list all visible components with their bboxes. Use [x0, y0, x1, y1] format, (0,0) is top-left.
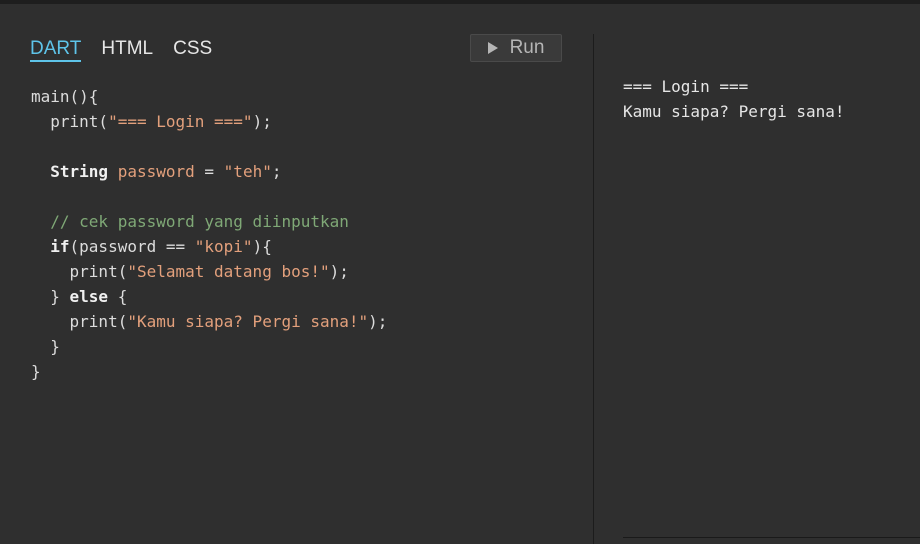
- code-punct: ){: [252, 237, 272, 256]
- output-line: Kamu siapa? Pergi sana!: [623, 102, 845, 121]
- code-content[interactable]: main(){ print("=== Login ==="); String p…: [31, 84, 387, 384]
- code-operator: =: [194, 162, 224, 181]
- code-punct: }: [31, 287, 70, 306]
- code-string: "Kamu siapa? Pergi sana!": [127, 312, 369, 331]
- tab-dart[interactable]: DART: [30, 36, 82, 62]
- code-punct: );: [252, 112, 272, 131]
- code-line: }: [31, 362, 41, 381]
- code-comment: // cek password yang diinputkan: [31, 212, 349, 231]
- code-keyword: if: [31, 237, 70, 256]
- code-string: "Selamat datang bos!": [127, 262, 330, 281]
- code-string: "teh": [223, 162, 272, 181]
- tab-html[interactable]: HTML: [101, 36, 153, 62]
- code-line: main(){: [31, 87, 99, 106]
- code-expr: (password ==: [69, 237, 195, 256]
- console-output: === Login === Kamu siapa? Pergi sana!: [623, 74, 845, 124]
- code-fn: print(: [31, 112, 109, 131]
- language-tabs: DART HTML CSS: [30, 36, 232, 62]
- code-fn: print(: [31, 312, 128, 331]
- code-punct: );: [329, 262, 349, 281]
- code-punct: );: [368, 312, 388, 331]
- code-line: }: [31, 337, 60, 356]
- code-keyword: else: [69, 287, 109, 306]
- code-string: "kopi": [194, 237, 253, 256]
- code-string: "=== Login ===": [108, 112, 253, 131]
- code-punct: {: [108, 287, 128, 306]
- code-identifier: password: [108, 162, 195, 181]
- play-icon: [487, 42, 498, 54]
- output-line: === Login ===: [623, 77, 749, 96]
- code-fn: print(: [31, 262, 128, 281]
- output-bottom-border: [623, 537, 920, 538]
- tab-css[interactable]: CSS: [173, 36, 212, 62]
- run-button-label: Run: [509, 37, 545, 58]
- code-punct: ;: [271, 162, 282, 181]
- run-button[interactable]: Run: [470, 34, 562, 62]
- panel-divider[interactable]: [593, 34, 594, 544]
- code-keyword: String: [31, 162, 109, 181]
